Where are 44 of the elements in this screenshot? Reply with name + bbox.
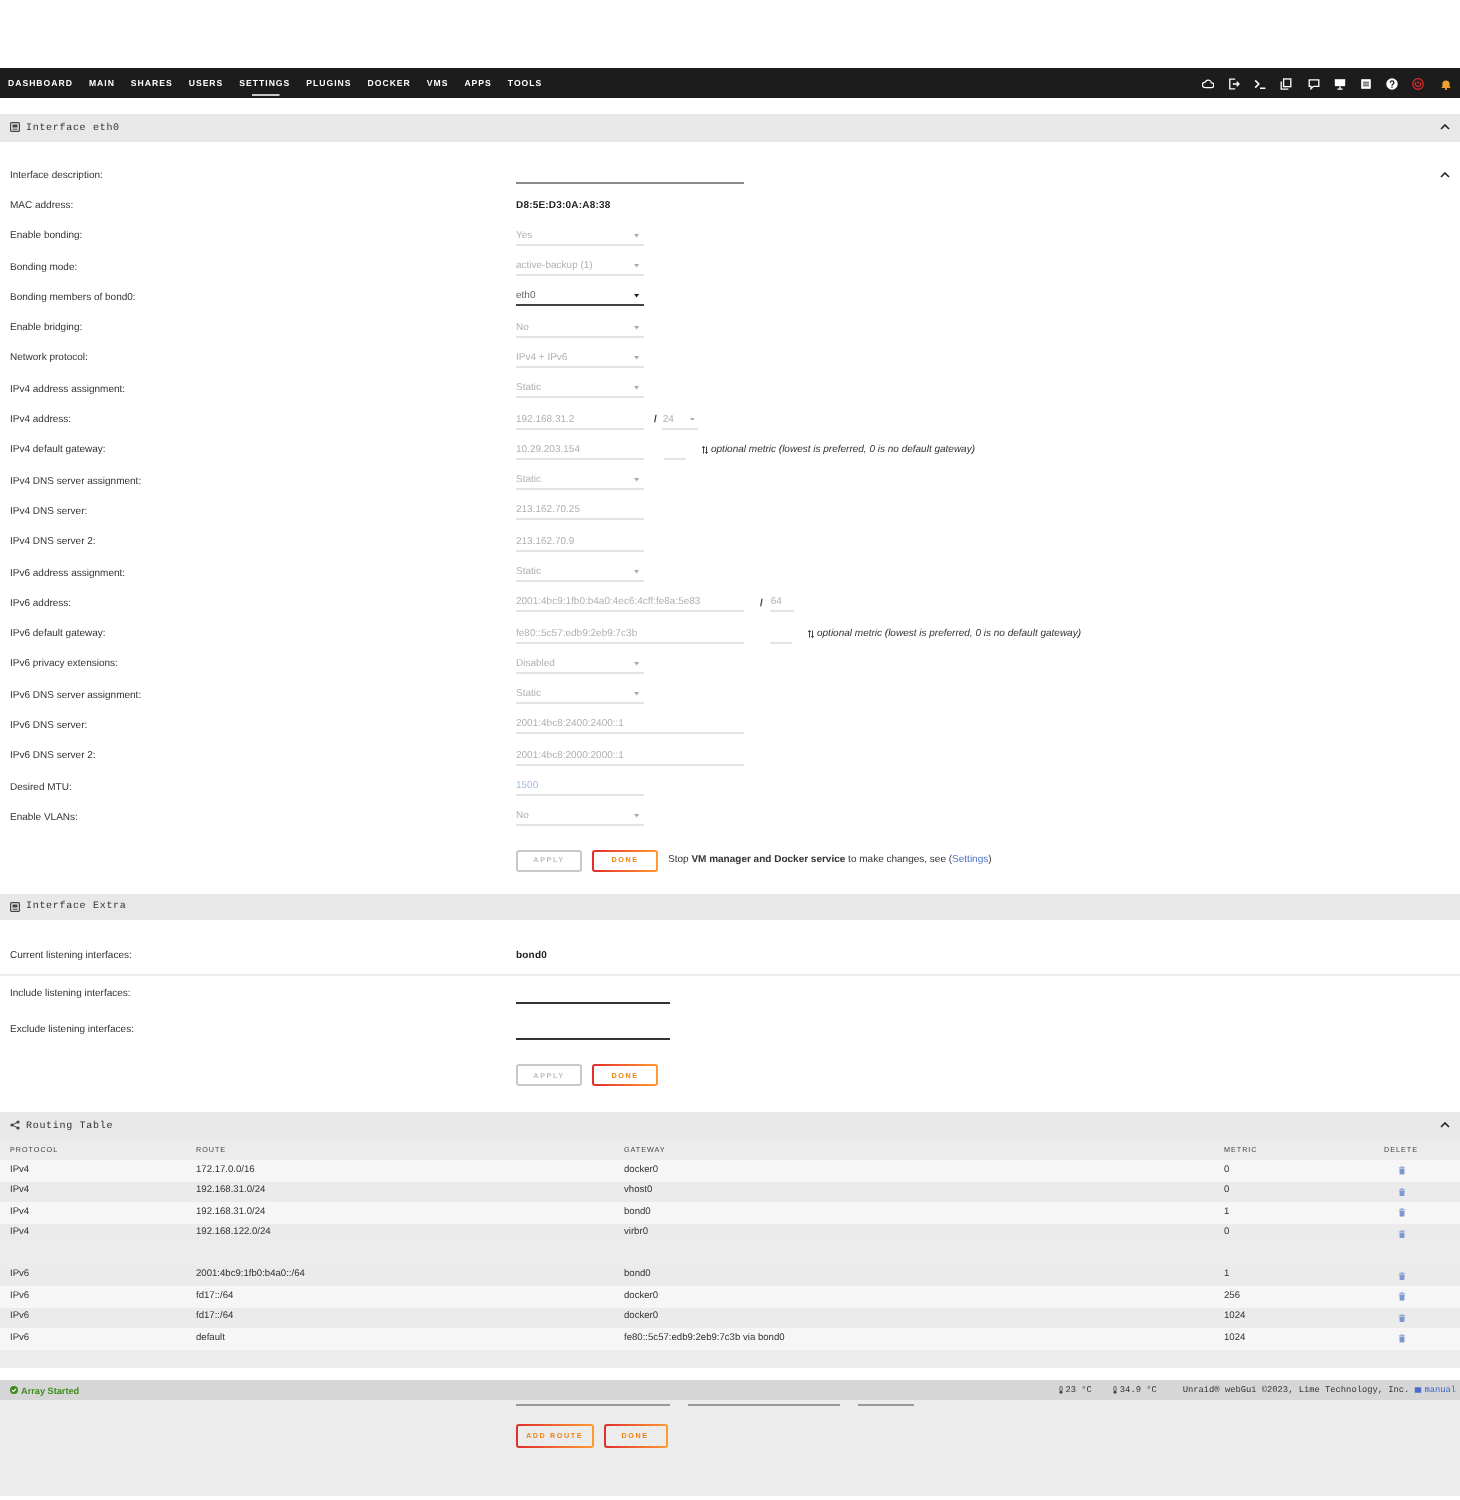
check-circle-icon (10, 1386, 18, 1395)
caret-icon (634, 386, 640, 391)
monitor-icon[interactable] (1333, 77, 1346, 89)
book-icon (1414, 1386, 1423, 1395)
trash-icon[interactable] (1397, 1229, 1405, 1239)
chevron-up-icon[interactable] (1440, 124, 1450, 131)
list-icon[interactable] (1359, 77, 1372, 89)
caret-icon (634, 814, 640, 819)
chevron-up-icon[interactable] (1440, 1122, 1450, 1129)
caret-icon (634, 356, 640, 360)
caret-icon (634, 478, 640, 482)
caret-icon (634, 570, 640, 574)
thermometer-icon (1057, 1386, 1064, 1395)
cloud-icon[interactable] (1201, 77, 1214, 89)
card-icon (10, 901, 20, 912)
copy-icon[interactable] (1280, 77, 1293, 89)
caret-icon (634, 692, 640, 697)
chevron-up-icon[interactable] (1440, 172, 1450, 179)
terminal-icon[interactable] (1254, 77, 1267, 89)
trash-icon[interactable] (1397, 1187, 1405, 1197)
trash-icon[interactable] (1397, 1292, 1405, 1302)
caret-icon (634, 325, 640, 330)
card-icon (10, 122, 20, 133)
chat-icon[interactable] (1307, 77, 1320, 89)
input-field[interactable] (688, 1400, 840, 1407)
nodes-icon (10, 1120, 20, 1131)
trash-icon[interactable] (1397, 1208, 1405, 1218)
caret-icon (634, 294, 640, 299)
trash-icon[interactable] (1397, 1271, 1405, 1281)
trash-icon[interactable] (1397, 1313, 1405, 1323)
thermometer-icon (1111, 1386, 1118, 1395)
caret-icon (634, 233, 640, 238)
input-field[interactable] (516, 1400, 670, 1407)
bell-icon[interactable] (1439, 77, 1451, 89)
trash-icon[interactable] (1397, 1334, 1405, 1344)
caret-icon (634, 264, 640, 268)
caret-icon (634, 661, 640, 666)
help-icon[interactable] (1386, 77, 1399, 89)
power-icon[interactable] (1412, 77, 1425, 89)
sort-icon (702, 446, 708, 455)
trash-icon[interactable] (1397, 1166, 1405, 1176)
sort-icon (808, 630, 814, 639)
logout-icon[interactable] (1228, 77, 1240, 89)
input-field[interactable] (858, 1400, 914, 1407)
